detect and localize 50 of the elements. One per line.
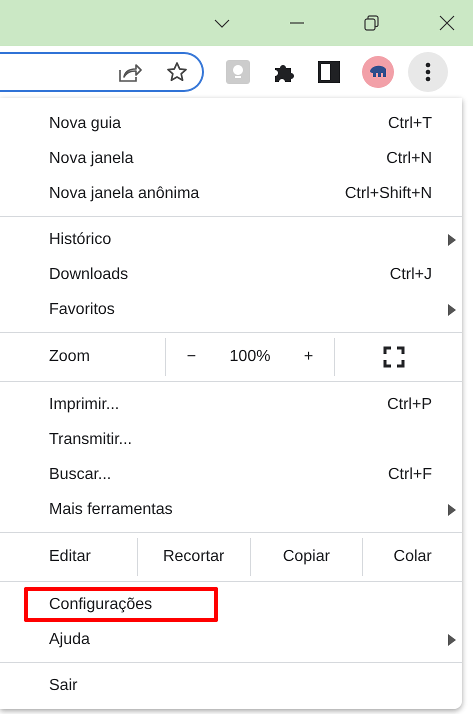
- menu-item[interactable]: Buscar... Ctrl+F: [0, 457, 462, 492]
- menu-item-label: Nova janela anônima: [49, 184, 200, 202]
- menu-item[interactable]: Favoritos: [0, 292, 462, 327]
- menu-button[interactable]: [408, 52, 448, 92]
- keyboard-shortcut: Ctrl+N: [386, 150, 432, 168]
- menu-item-label: Downloads: [49, 266, 130, 284]
- menu-item[interactable]: Nova guia Ctrl+T: [0, 106, 462, 141]
- side-panel-icon[interactable]: [318, 61, 340, 83]
- keyboard-shortcut: Ctrl+T: [388, 114, 432, 132]
- share-icon[interactable]: [118, 61, 142, 83]
- menu-item[interactable]: Downloads Ctrl+J: [0, 257, 462, 292]
- address-bar[interactable]: [0, 52, 204, 92]
- menu-item[interactable]: Configurações: [0, 587, 462, 622]
- menu-item-label: Histórico: [49, 230, 112, 248]
- menu-item-label: Nova guia: [49, 114, 122, 132]
- edit-action-button[interactable]: Recortar: [136, 538, 250, 576]
- edit-action-button[interactable]: Copiar: [250, 538, 362, 576]
- keyboard-shortcut: Ctrl+F: [388, 466, 432, 484]
- menu-item[interactable]: Mais ferramentas: [0, 492, 462, 527]
- restore-icon[interactable]: [363, 14, 381, 32]
- menu-item-label: Imprimir...: [49, 396, 120, 414]
- menu-item[interactable]: Ajuda: [0, 622, 462, 657]
- menu-item-label: Mais ferramentas: [49, 500, 174, 518]
- menu-item-label: Buscar...: [49, 466, 112, 484]
- menu-item-label: Nova janela: [49, 150, 134, 168]
- zoom-in-button[interactable]: +: [296, 346, 322, 368]
- menu-item[interactable]: Nova janela anônima Ctrl+Shift+N: [0, 176, 462, 211]
- zoom-out-button[interactable]: −: [178, 346, 204, 368]
- zoom-label: Zoom: [48, 347, 91, 367]
- menu-item[interactable]: Sair: [0, 668, 462, 703]
- menu-item-label: Favoritos: [49, 300, 116, 318]
- keyboard-shortcut: Ctrl+J: [390, 266, 432, 284]
- more-vertical-icon: [425, 62, 431, 82]
- menu-item[interactable]: Transmitir...: [0, 422, 462, 457]
- close-icon[interactable]: [438, 14, 456, 32]
- edit-label: Editar: [48, 547, 92, 567]
- menu-item-label: Configurações: [49, 596, 154, 614]
- menu-item[interactable]: Nova janela Ctrl+N: [0, 141, 462, 176]
- menu-item-label: Transmitir...: [49, 430, 133, 448]
- keyboard-shortcut: Ctrl+P: [387, 396, 432, 414]
- fullscreen-icon[interactable]: [382, 346, 404, 368]
- zoom-level: 100%: [230, 348, 270, 366]
- edit-action-button[interactable]: Colar: [362, 538, 462, 576]
- menu-item-label: Sair: [49, 676, 78, 694]
- menu-item[interactable]: Imprimir... Ctrl+P: [0, 387, 462, 422]
- menu-item-label: Ajuda: [49, 630, 91, 648]
- keyboard-shortcut: Ctrl+Shift+N: [344, 184, 432, 202]
- menu-item[interactable]: Histórico: [0, 222, 462, 257]
- star-icon[interactable]: [166, 61, 188, 83]
- profile-avatar-icon[interactable]: [362, 56, 394, 88]
